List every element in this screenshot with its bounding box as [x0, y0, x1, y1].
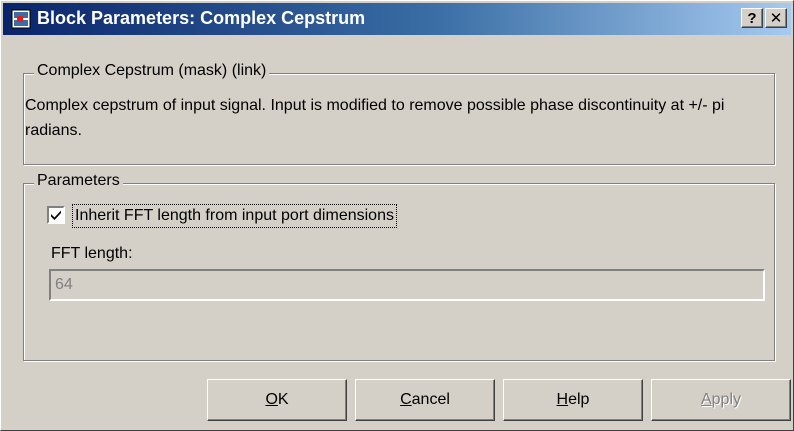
ok-button[interactable]: OK — [207, 379, 347, 421]
inherit-fft-length-label[interactable]: Inherit FFT length from input port dimen… — [72, 204, 397, 228]
close-button[interactable]: ✕ — [765, 8, 787, 28]
simulink-block-icon — [11, 9, 31, 29]
title-bar[interactable]: Block Parameters: Complex Cepstrum ? ✕ — [3, 3, 791, 35]
cancel-mnemonic: C — [400, 391, 412, 408]
dialog-window: Block Parameters: Complex Cepstrum ? ✕ C… — [0, 0, 794, 431]
apply-mnemonic: A — [700, 391, 712, 408]
fft-length-label: FFT length: — [51, 245, 133, 262]
window-title: Block Parameters: Complex Cepstrum — [37, 8, 366, 28]
checkmark-icon — [51, 210, 61, 220]
help-button[interactable]: Help — [503, 379, 643, 421]
parameters-group-legend: Parameters — [34, 172, 123, 190]
title-help-button[interactable]: ? — [741, 8, 763, 28]
block-description: Complex cepstrum of input signal. Input … — [25, 97, 725, 139]
help-label: elp — [568, 391, 590, 408]
cancel-button[interactable]: Cancel — [355, 379, 495, 421]
fft-length-field[interactable]: 64 — [49, 269, 765, 301]
inherit-fft-length-checkbox[interactable] — [47, 206, 65, 224]
description-group-legend: Complex Cepstrum (mask) (link) — [34, 62, 270, 80]
ok-mnemonic: O — [265, 391, 278, 408]
help-mnemonic: H — [556, 391, 569, 408]
apply-label: pply — [711, 391, 742, 408]
ok-label: K — [277, 391, 289, 408]
apply-button[interactable]: Apply — [651, 379, 791, 421]
cancel-label: ancel — [411, 391, 450, 408]
